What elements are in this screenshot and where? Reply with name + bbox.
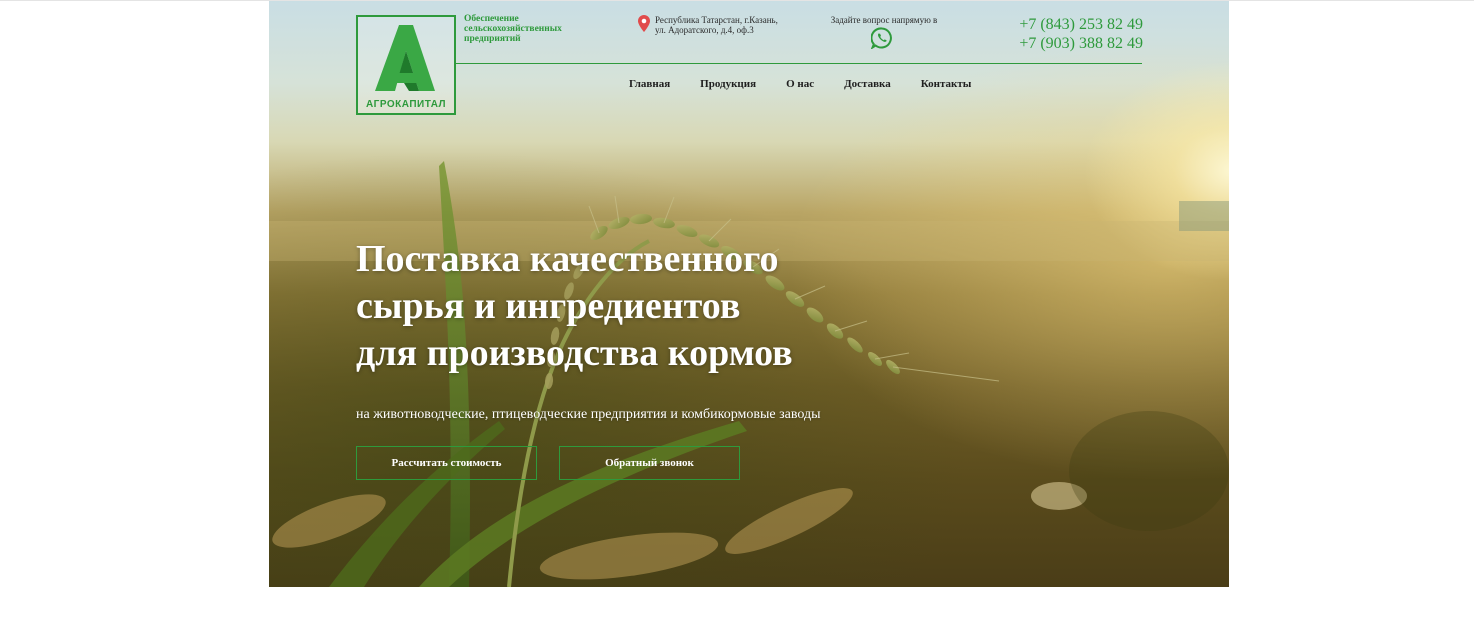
calculate-cost-button[interactable]: Рассчитать стоимость xyxy=(356,446,537,480)
whatsapp-icon[interactable] xyxy=(871,27,893,49)
headline-line-2: сырья и ингредиентов xyxy=(356,285,741,327)
logo[interactable]: АГРОКАПИТАЛ xyxy=(356,15,456,115)
nav-item-delivery[interactable]: Доставка xyxy=(844,78,891,90)
address-line2: ул. Адоратского, д.4, оф.3 xyxy=(655,25,754,35)
brand-tagline: Обеспечение сельскохозяйственных предпри… xyxy=(464,14,562,44)
hero-subline: на животноводческие, птицеводческие пред… xyxy=(356,407,821,422)
nav-item-home[interactable]: Главная xyxy=(629,78,670,90)
ask-question-text: Задайте вопрос напрямую в xyxy=(830,15,938,25)
address: Республика Татарстан, г.Казань, ул. Адор… xyxy=(655,15,805,35)
address-line1: Республика Татарстан, г.Казань, xyxy=(655,15,778,25)
hero-headline: Поставка качественного сырья и ингредиен… xyxy=(356,236,916,377)
headline-line-3: для производства кормов xyxy=(356,332,793,374)
logo-text: АГРОКАПИТАЛ xyxy=(365,99,447,110)
nav-item-about[interactable]: О нас xyxy=(786,78,814,90)
header-divider xyxy=(454,63,1142,64)
callback-button[interactable]: Обратный звонок xyxy=(559,446,740,480)
nav-item-contacts[interactable]: Контакты xyxy=(921,78,972,90)
nav-item-products[interactable]: Продукция xyxy=(700,78,756,90)
headline-line-1: Поставка качественного xyxy=(356,238,779,280)
phone-1[interactable]: +7 (843) 253 82 49 xyxy=(989,15,1143,34)
map-pin-icon xyxy=(638,15,650,32)
hero-section: АГРОКАПИТАЛ Обеспечение сельскохозяйстве… xyxy=(269,1,1229,587)
phone-2[interactable]: +7 (903) 388 82 49 xyxy=(989,34,1143,53)
phones: +7 (843) 253 82 49 +7 (903) 388 82 49 xyxy=(989,15,1143,53)
main-nav: Главная Продукция О нас Доставка Контакт… xyxy=(629,78,971,90)
logo-letter-a-icon xyxy=(375,25,435,91)
